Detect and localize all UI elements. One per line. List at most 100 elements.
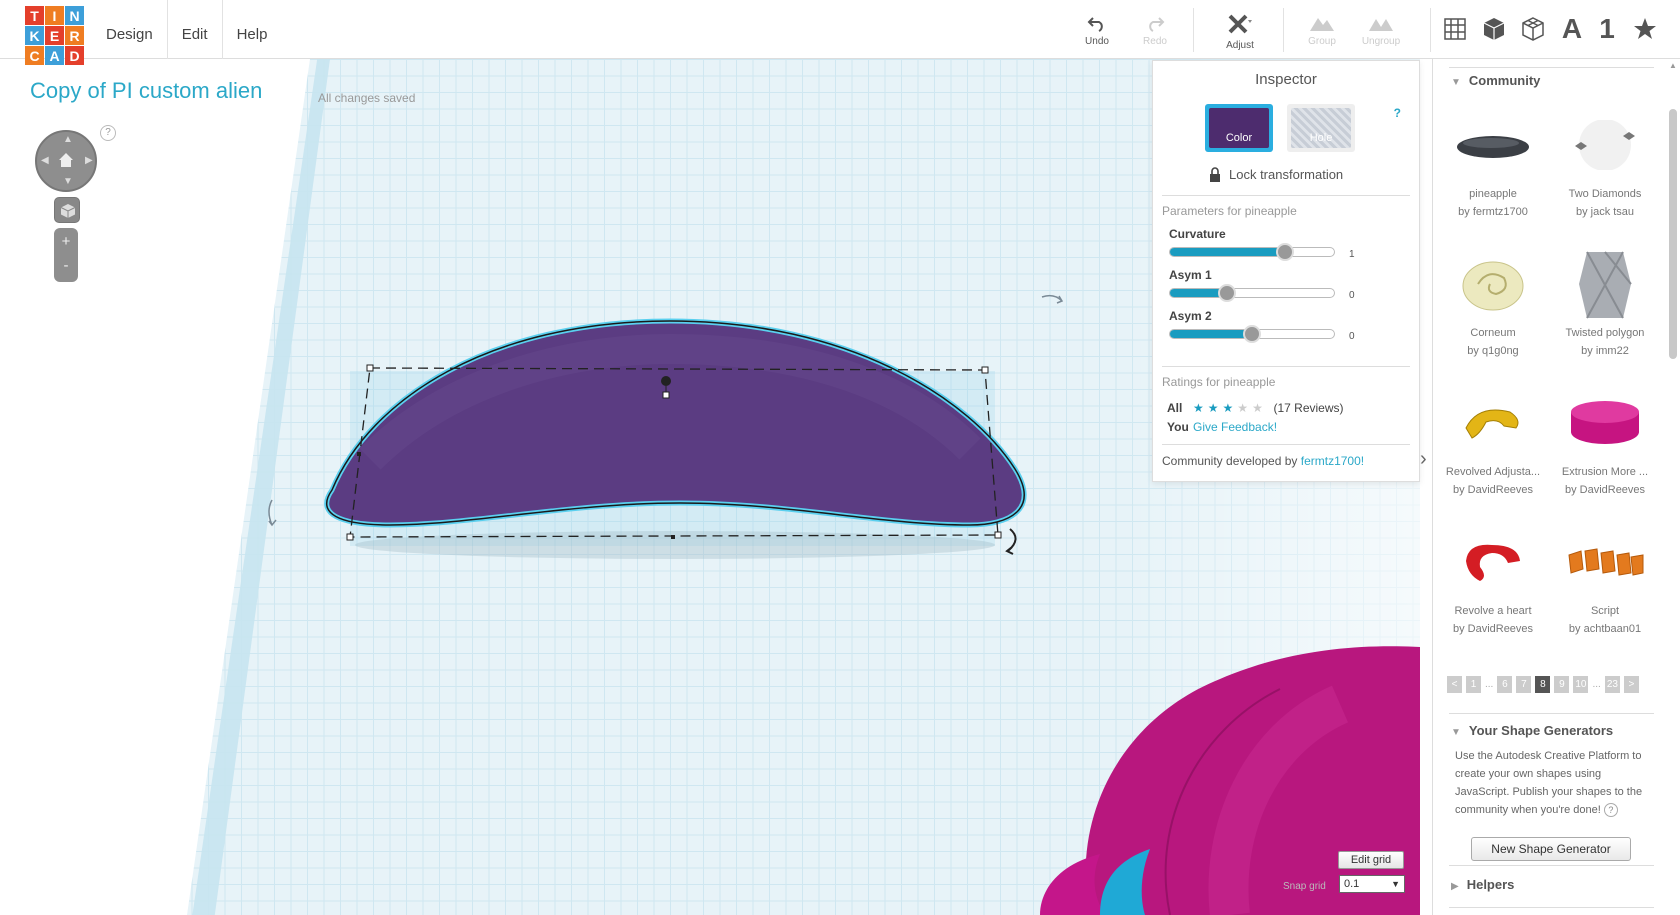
pager-next-button[interactable]: >: [1623, 676, 1639, 693]
extrusion-shape-icon: [1549, 383, 1661, 463]
orbit-right-icon[interactable]: ▶: [85, 155, 93, 166]
design-title[interactable]: Copy of PI custom alien: [30, 78, 262, 104]
favorites-star-icon[interactable]: [1628, 12, 1662, 46]
pager-prev-button[interactable]: <: [1447, 676, 1462, 693]
helpers-header[interactable]: ▶ Helpers: [1451, 877, 1514, 892]
shape-card[interactable]: Script by achtbaan01: [1549, 522, 1661, 638]
orbit-left-icon[interactable]: ◀: [41, 155, 49, 166]
new-shape-generator-button[interactable]: New Shape Generator: [1471, 837, 1631, 861]
shape-author: by fermtz1700: [1458, 206, 1528, 218]
orbit-up-icon[interactable]: ▲: [63, 134, 73, 145]
shape-name: Corneum: [1470, 327, 1516, 339]
resize-handle[interactable]: [994, 531, 1002, 539]
community-author-link[interactable]: fermtz1700!: [1301, 454, 1364, 468]
param-value: 0: [1349, 331, 1355, 342]
slider-knob[interactable]: [1218, 284, 1237, 302]
redo-button[interactable]: Redo: [1125, 14, 1185, 47]
shape-card[interactable]: Twisted polygon by imm22: [1549, 244, 1661, 360]
asym-1-slider[interactable]: [1169, 284, 1335, 302]
rotate-handle-left-icon[interactable]: [268, 499, 277, 527]
solid-cube-icon[interactable]: [1477, 12, 1511, 46]
undo-label: Undo: [1085, 36, 1109, 47]
resize-handle[interactable]: [981, 366, 989, 374]
tinkercad-logo[interactable]: TIN KER CAD: [25, 6, 85, 66]
pager-page-button[interactable]: 8: [1535, 676, 1551, 693]
height-handle-base[interactable]: [662, 391, 670, 399]
pager-page-button[interactable]: 1: [1466, 676, 1481, 693]
inspector-help-button[interactable]: ?: [1394, 106, 1401, 120]
helpers-label: Helpers: [1466, 877, 1515, 892]
ratings-heading: Ratings for pineapple: [1162, 375, 1276, 389]
resize-handle[interactable]: [357, 452, 361, 456]
ungroup-button[interactable]: Ungroup: [1351, 14, 1411, 47]
shape-card[interactable]: Revolved Adjusta... by DavidReeves: [1437, 383, 1549, 499]
curvature-slider[interactable]: [1169, 243, 1335, 261]
group-button[interactable]: Group: [1292, 14, 1352, 47]
nav-help-button[interactable]: ?: [100, 125, 116, 141]
shape-generators-header[interactable]: ▼ Your Shape Generators: [1451, 723, 1613, 738]
undo-button[interactable]: Undo: [1067, 14, 1127, 47]
shape-card[interactable]: Extrusion More ... by DavidReeves: [1549, 383, 1661, 499]
rotate-handle-top-icon[interactable]: [1041, 294, 1064, 304]
shape-card[interactable]: Two Diamonds by jack tsau: [1549, 105, 1661, 221]
text-tool-icon[interactable]: A: [1555, 12, 1589, 46]
pager-page-button[interactable]: 10: [1573, 676, 1589, 693]
slider-knob[interactable]: [1243, 325, 1261, 343]
pager-page-button[interactable]: 6: [1497, 676, 1513, 693]
grid-view-icon[interactable]: [1438, 12, 1472, 46]
community-header-label: Community: [1468, 73, 1541, 88]
home-view-icon[interactable]: [57, 151, 75, 169]
resize-handle[interactable]: [346, 533, 354, 541]
community-pager: <1... 6 7 8 9 10... 23 >: [1447, 676, 1639, 693]
star-icon: ★: [1237, 401, 1249, 415]
collapse-triangle-icon: ▼: [1451, 727, 1461, 738]
snap-grid-label: Snap grid: [1283, 881, 1326, 892]
toolbar-divider: [1430, 8, 1431, 52]
zoom-in-button[interactable]: +: [54, 228, 78, 255]
scroll-up-icon[interactable]: ▲: [1669, 61, 1677, 70]
panel-scrollbar[interactable]: ▲: [1668, 59, 1678, 915]
param-asym-1: Asym 1 0: [1169, 268, 1409, 302]
menu-help[interactable]: Help: [223, 0, 282, 59]
shape-card[interactable]: Revolve a heart by DavidReeves: [1437, 522, 1549, 638]
adjust-button[interactable]: Adjust: [1210, 14, 1270, 51]
pager-ellipsis: ...: [1592, 679, 1601, 690]
resize-handle[interactable]: [366, 364, 374, 372]
orbit-down-icon[interactable]: ▼: [63, 176, 73, 187]
zoom-out-button[interactable]: -: [54, 255, 78, 282]
shape-author: by DavidReeves: [1452, 484, 1534, 496]
slider-knob[interactable]: [1275, 243, 1294, 261]
pager-page-button[interactable]: 9: [1554, 676, 1570, 693]
give-feedback-link[interactable]: Give Feedback!: [1193, 420, 1277, 434]
community-header[interactable]: ▼ Community: [1451, 73, 1540, 88]
pager-page-button[interactable]: 7: [1516, 676, 1532, 693]
group-label: Group: [1308, 36, 1336, 47]
view-cube-icon: [60, 204, 76, 218]
pager-page-button[interactable]: 23: [1604, 676, 1620, 693]
menu-design[interactable]: Design: [92, 0, 168, 59]
height-handle[interactable]: [661, 376, 671, 386]
collapse-inspector-chevron-icon[interactable]: ›: [1420, 448, 1432, 476]
edit-grid-button[interactable]: Edit grid: [1338, 851, 1404, 869]
adjust-label: Adjust: [1226, 40, 1254, 51]
shape-card[interactable]: Corneum by q1g0ng: [1437, 244, 1549, 360]
asym-2-slider[interactable]: [1169, 325, 1335, 343]
orbit-control[interactable]: ▲ ▼ ◀ ▶: [35, 130, 97, 192]
scrollbar-thumb[interactable]: [1669, 109, 1677, 359]
shape-generators-text: Use the Autodesk Creative Platform to cr…: [1455, 747, 1655, 819]
snap-grid-select[interactable]: 0.1 ▼: [1339, 875, 1405, 893]
rotate-handle-corner-icon[interactable]: [1005, 528, 1017, 555]
resize-handle[interactable]: [671, 535, 675, 539]
divider: [1162, 366, 1410, 367]
divider: [1449, 907, 1654, 908]
generators-help-button[interactable]: ?: [1603, 803, 1618, 817]
star-icon: ★: [1252, 401, 1263, 415]
view-cube-button[interactable]: [54, 197, 80, 223]
menu-edit[interactable]: Edit: [168, 0, 223, 59]
hole-swatch-button[interactable]: Hole: [1287, 104, 1355, 152]
lock-transformation-toggle[interactable]: Lock transformation: [1209, 167, 1343, 182]
color-swatch-button[interactable]: Color: [1205, 104, 1273, 152]
wire-cube-icon[interactable]: [1516, 12, 1550, 46]
shape-card[interactable]: pineapple by fermtz1700: [1437, 105, 1549, 221]
number-tool-icon[interactable]: 1: [1590, 12, 1624, 46]
